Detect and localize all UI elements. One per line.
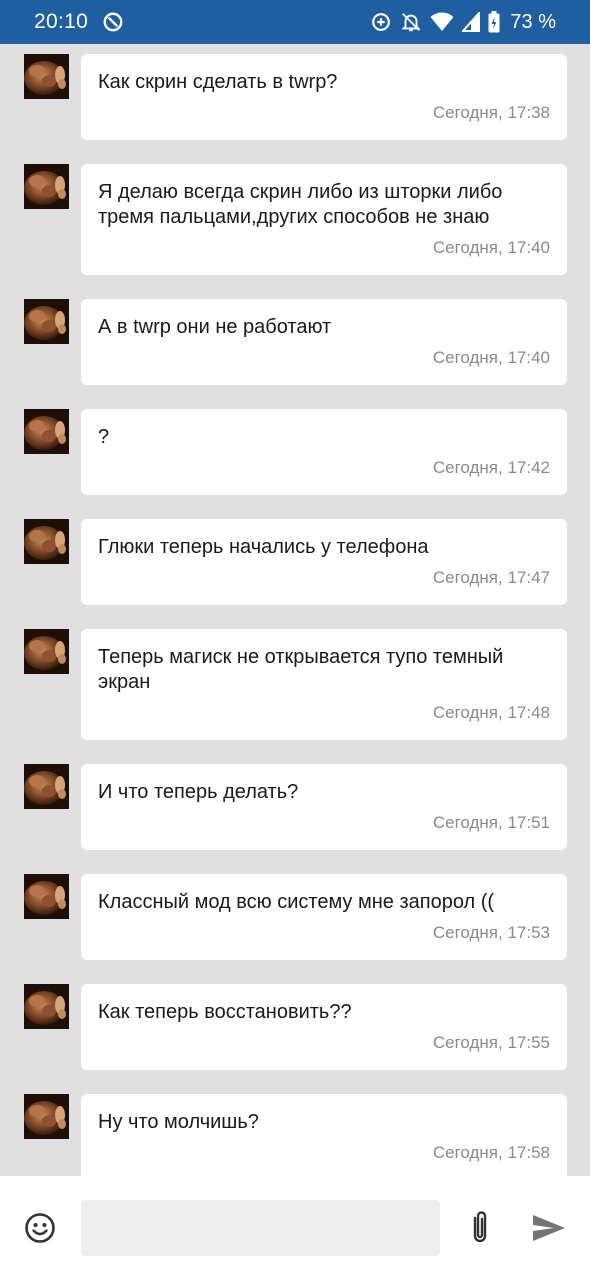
message-text: Теперь магиск не открывается тупо темный… xyxy=(98,646,504,693)
wifi-icon xyxy=(430,12,454,31)
message-timestamp: Сегодня, 17:42 xyxy=(432,458,550,477)
message-text: Ну что молчишь? xyxy=(98,1111,259,1133)
avatar[interactable] xyxy=(24,299,69,344)
data-saver-icon xyxy=(372,13,391,31)
message-bubble[interactable]: Как теперь восстановить?? Сегодня, 17:55 xyxy=(81,984,567,1070)
message-item: Я делаю всегда скрин либо из шторки либо… xyxy=(0,164,590,275)
message-timestamp: Сегодня, 17:40 xyxy=(432,238,550,257)
avatar[interactable] xyxy=(24,764,69,809)
paperclip-icon[interactable] xyxy=(466,1210,494,1246)
message-timestamp: Сегодня, 17:48 xyxy=(432,703,550,722)
message-bubble[interactable]: Как скрин сделать в twrp? Сегодня, 17:38 xyxy=(81,54,567,140)
message-list[interactable]: Как скрин сделать в twrp? Сегодня, 17:38 xyxy=(0,44,590,1176)
message-text: ? xyxy=(98,426,110,448)
message-item: Глюки теперь начались у телефона Сегодня… xyxy=(0,519,590,605)
avatar[interactable] xyxy=(24,629,69,674)
avatar[interactable] xyxy=(24,54,69,99)
message-timestamp: Сегодня, 17:53 xyxy=(432,923,550,942)
message-input[interactable] xyxy=(81,1200,440,1256)
emoji-icon[interactable] xyxy=(24,1212,56,1244)
battery-icon xyxy=(488,11,500,33)
message-item: Как теперь восстановить?? Сегодня, 17:55 xyxy=(0,984,590,1070)
app-notification-icon xyxy=(103,12,123,32)
message-text: Как теперь восстановить?? xyxy=(98,1001,352,1023)
avatar[interactable] xyxy=(24,519,69,564)
status-time: 20:10 xyxy=(34,10,89,33)
avatar[interactable] xyxy=(24,984,69,1029)
message-bubble[interactable]: А в twrp они не работают Сегодня, 17:40 xyxy=(81,299,567,385)
battery-percent: 73 % xyxy=(510,10,556,33)
message-item: А в twrp они не работают Сегодня, 17:40 xyxy=(0,299,590,385)
avatar[interactable] xyxy=(24,874,69,919)
status-bar: 20:10 73 % xyxy=(0,0,590,44)
message-bubble[interactable]: Глюки теперь начались у телефона Сегодня… xyxy=(81,519,567,605)
message-text: Классный мод всю систему мне запорол (( xyxy=(98,891,495,913)
message-timestamp: Сегодня, 17:40 xyxy=(432,348,550,367)
message-bubble[interactable]: Теперь магиск не открывается тупо темный… xyxy=(81,629,567,740)
message-bubble[interactable]: Классный мод всю систему мне запорол (( … xyxy=(81,874,567,960)
message-text: А в twrp они не работают xyxy=(98,316,332,338)
message-item: ? Сегодня, 17:42 xyxy=(0,409,590,495)
avatar[interactable] xyxy=(24,1094,69,1139)
message-bubble[interactable]: Я делаю всегда скрин либо из шторки либо… xyxy=(81,164,567,275)
message-item: Как скрин сделать в twrp? Сегодня, 17:38 xyxy=(0,54,590,140)
message-timestamp: Сегодня, 17:47 xyxy=(432,568,550,587)
message-bubble[interactable]: ? Сегодня, 17:42 xyxy=(81,409,567,495)
message-timestamp: Сегодня, 17:51 xyxy=(432,813,550,832)
message-item: Классный мод всю систему мне запорол (( … xyxy=(0,874,590,960)
message-text: Я делаю всегда скрин либо из шторки либо… xyxy=(98,181,503,228)
message-timestamp: Сегодня, 17:38 xyxy=(432,103,550,122)
message-item: Ну что молчишь? Сегодня, 17:58 xyxy=(0,1094,590,1176)
avatar[interactable] xyxy=(24,409,69,454)
message-timestamp: Сегодня, 17:58 xyxy=(432,1143,550,1162)
alarm-off-icon xyxy=(401,13,421,32)
message-text: Глюки теперь начались у телефона xyxy=(98,536,429,558)
status-icons: 73 % xyxy=(370,0,556,44)
avatar[interactable] xyxy=(24,164,69,209)
signal-icon xyxy=(462,12,481,32)
message-text: И что теперь делать? xyxy=(98,781,299,803)
message-timestamp: Сегодня, 17:55 xyxy=(432,1033,550,1052)
compose-bar xyxy=(0,1176,590,1280)
message-item: Теперь магиск не открывается тупо темный… xyxy=(0,629,590,740)
send-icon[interactable] xyxy=(532,1214,566,1242)
message-item: И что теперь делать? Сегодня, 17:51 xyxy=(0,764,590,850)
message-bubble[interactable]: И что теперь делать? Сегодня, 17:51 xyxy=(81,764,567,850)
message-bubble[interactable]: Ну что молчишь? Сегодня, 17:58 xyxy=(81,1094,567,1176)
message-text: Как скрин сделать в twrp? xyxy=(98,71,338,93)
